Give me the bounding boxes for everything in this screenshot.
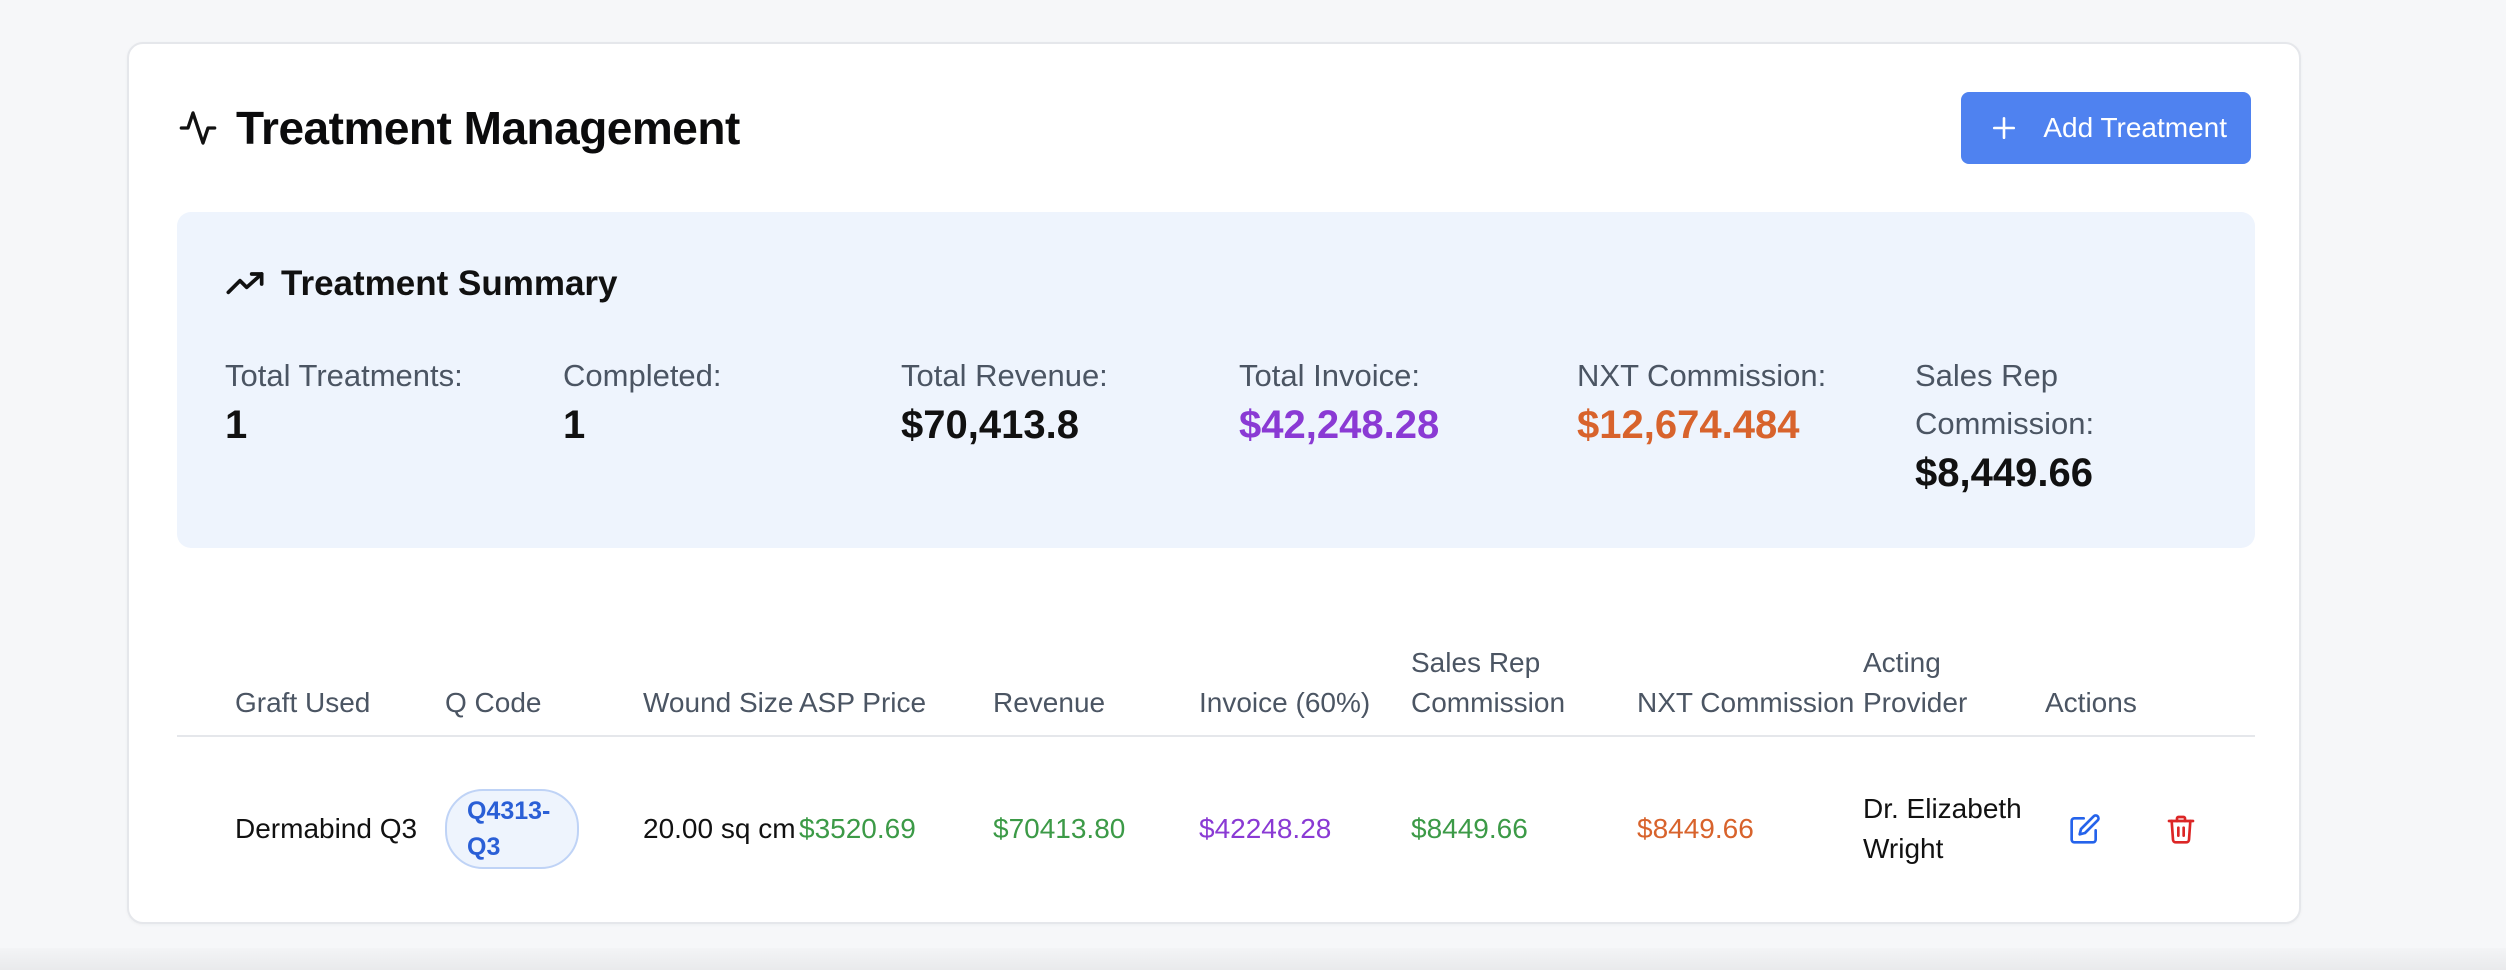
stat-label: Completed:	[563, 358, 722, 393]
stat-sales-rep-commission: Sales Rep Commission: $8,449.66	[1915, 352, 2253, 498]
add-treatment-button[interactable]: Add Treatment	[1961, 92, 2251, 164]
treatments-table-wrap: Graft Used Q Code Wound Size ASP Price R…	[177, 592, 2255, 920]
col-invoice: Invoice (60%)	[1199, 687, 1371, 718]
stat-total-revenue: Total Revenue: $70,413.8	[901, 352, 1239, 498]
stat-label: Total Revenue:	[901, 358, 1108, 393]
trash-icon[interactable]	[2165, 813, 2197, 845]
stat-label: Total Invoice:	[1239, 358, 1420, 393]
plus-icon	[1993, 116, 2016, 140]
page-bottom-edge	[0, 948, 2506, 970]
col-revenue: Revenue	[993, 687, 1106, 718]
stat-label: NXT Commission:	[1577, 358, 1827, 393]
edit-icon[interactable]	[2069, 813, 2101, 845]
stat-value: 1	[225, 403, 248, 447]
summary-title: Treatment Summary	[281, 264, 618, 303]
cell-revenue: $70413.80	[993, 812, 1126, 844]
stat-value: $42,248.28	[1239, 403, 1440, 447]
stat-label: Total Treatments:	[225, 358, 463, 393]
treatment-summary-panel: Treatment Summary Total Treatments: 1 Co…	[177, 212, 2255, 548]
table-row: Dermabind Q3 Q4313-Q3 20.00 sq cm $3520.…	[177, 736, 2255, 920]
cell-acting-provider: Dr. Elizabeth Wright	[1863, 792, 2022, 864]
cell-asp-price: $3520.69	[799, 812, 916, 844]
stat-total-treatments: Total Treatments: 1	[225, 352, 563, 498]
summary-title-group: Treatment Summary	[225, 264, 618, 304]
cell-wound-size: 20.00 sq cm	[643, 812, 796, 844]
stat-nxt-commission: NXT Commission: $12,674.484	[1577, 352, 1915, 498]
stat-value: $70,413.8	[901, 403, 1079, 447]
trending-up-icon	[226, 272, 264, 295]
cell-sales-rep-commission: $8449.66	[1411, 812, 1528, 844]
q-code-badge: Q4313-Q3	[445, 788, 579, 869]
stat-value: 1	[563, 403, 586, 447]
page-title: Treatment Management	[236, 102, 740, 154]
col-acting-provider: Acting Provider	[1863, 647, 1968, 718]
col-wound-size: Wound Size	[643, 687, 794, 718]
table-header-row: Graft Used Q Code Wound Size ASP Price R…	[177, 592, 2255, 736]
stat-label: Sales Rep Commission:	[1915, 358, 2095, 441]
treatment-card: Treatment Management Add Treatment Treat…	[127, 42, 2301, 924]
summary-stats: Total Treatments: 1 Completed: 1 Total R…	[225, 352, 2253, 498]
col-nxt-commission: NXT Commission	[1637, 687, 1855, 718]
col-actions: Actions	[2045, 687, 2137, 718]
col-graft-used: Graft Used	[235, 687, 371, 718]
col-sales-rep-commission: Sales Rep Commission	[1411, 647, 1566, 718]
cell-graft-used: Dermabind Q3	[235, 812, 418, 844]
col-asp-price: ASP Price	[799, 687, 927, 718]
add-treatment-label: Add Treatment	[2043, 112, 2227, 143]
cell-q-code: Q4313-Q3	[445, 736, 643, 920]
cell-nxt-commission: $8449.66	[1637, 812, 1754, 844]
col-q-code: Q Code	[445, 687, 542, 718]
card-header: Treatment Management Add Treatment	[178, 92, 2251, 164]
activity-icon	[179, 111, 217, 145]
treatments-table: Graft Used Q Code Wound Size ASP Price R…	[177, 592, 2255, 920]
row-actions	[2045, 813, 2255, 845]
stat-value: $12,674.484	[1577, 403, 1800, 447]
stat-completed: Completed: 1	[563, 352, 901, 498]
cell-invoice: $42248.28	[1199, 812, 1332, 844]
cell-actions	[2045, 736, 2255, 920]
stat-total-invoice: Total Invoice: $42,248.28	[1239, 352, 1577, 498]
title-group: Treatment Management	[178, 101, 740, 155]
stat-value: $8,449.66	[1915, 451, 2093, 495]
